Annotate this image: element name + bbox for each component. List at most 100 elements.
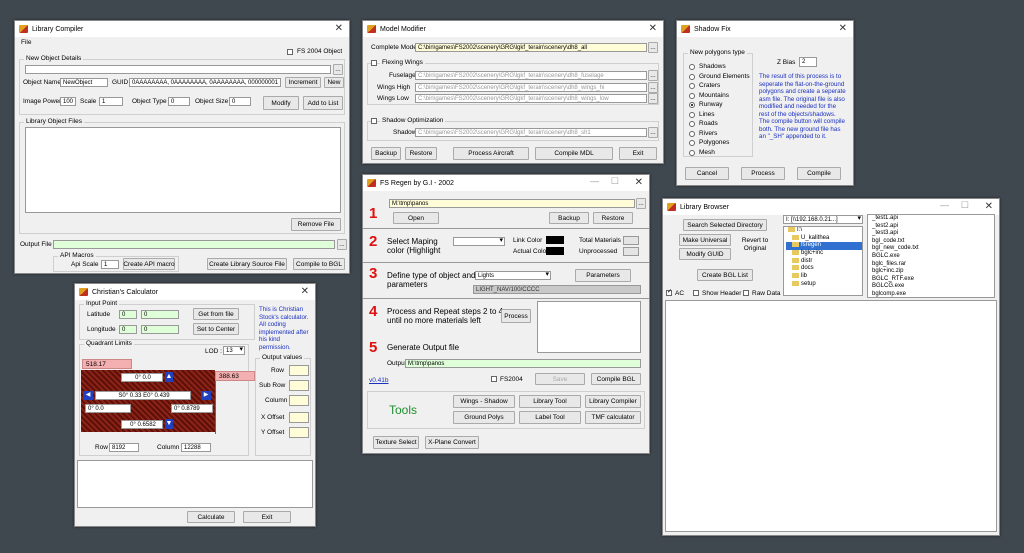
drive-select[interactable]: I: [\\192.168.0.21...] — [783, 215, 863, 224]
wings-shadow-button[interactable]: Wings - Shadow — [453, 395, 515, 408]
scale-input[interactable]: 1 — [99, 97, 123, 106]
lod-select[interactable]: 13 — [223, 346, 245, 355]
close-icon[interactable]: ✕ — [985, 201, 993, 212]
file-item[interactable]: _test1.api — [870, 215, 994, 223]
compile-to-bgl-button[interactable]: Compile to BGL — [293, 258, 345, 270]
z-bias-input[interactable]: 2 — [799, 57, 817, 67]
browse-fuselage-button[interactable]: ... — [648, 70, 658, 81]
minimize-icon[interactable]: — — [940, 200, 949, 210]
restore-button[interactable]: Restore — [593, 212, 633, 224]
polygon-type-radio[interactable] — [689, 64, 695, 70]
folder-item[interactable]: distr — [786, 257, 862, 266]
south-arrow-icon[interactable]: ▼ — [165, 419, 173, 429]
create-library-source-button[interactable]: Create Library Source File — [207, 258, 287, 270]
make-universal-button[interactable]: Make Universal — [679, 234, 731, 246]
compile-mdl-button[interactable]: Compile MDL — [535, 147, 613, 160]
flexing-wings-checkbox[interactable] — [371, 60, 377, 66]
close-icon[interactable]: ✕ — [335, 23, 343, 34]
close-icon[interactable]: ✕ — [649, 23, 657, 34]
wings-low-input[interactable]: C:\bin\games\FS2002\scenery\GRG\lgkf_ter… — [415, 94, 647, 103]
folder-item[interactable]: fsregen — [786, 242, 862, 251]
browse-complete-model-button[interactable]: ... — [648, 42, 658, 53]
polygon-type-radio[interactable] — [689, 83, 695, 89]
compile-bgl-button[interactable]: Compile BGL — [591, 373, 641, 385]
file-item[interactable]: BGLC_RTF.exe — [870, 276, 994, 284]
longitude-deg-input[interactable]: 0 — [119, 325, 137, 334]
folder-tree[interactable]: I:\ U_kalithea fsregen bglc+inc distr docs lib… — [783, 226, 863, 296]
object-name-input[interactable]: NewObject — [60, 78, 108, 87]
tmf-calculator-button[interactable]: TMF calculator — [585, 411, 641, 424]
open-button[interactable]: Open — [393, 212, 439, 224]
add-to-list-button[interactable]: Add to List — [303, 96, 343, 110]
save-button[interactable]: Save — [535, 373, 585, 385]
close-icon[interactable]: ✕ — [635, 177, 643, 188]
ac-checkbox[interactable]: ✓ — [666, 289, 672, 296]
cancel-button[interactable]: Cancel — [685, 167, 729, 180]
polygon-type-radio[interactable] — [689, 73, 695, 80]
search-selected-directory-button[interactable]: Search Selected Directory — [683, 219, 767, 231]
folder-item[interactable]: bglc+inc — [786, 250, 862, 258]
backup-button[interactable]: Backup — [549, 212, 589, 224]
shadow-optimization-checkbox[interactable] — [371, 118, 377, 124]
set-to-center-button[interactable]: Set to Center — [193, 323, 239, 335]
file-item[interactable]: BGLCG.exe — [870, 283, 994, 291]
close-icon[interactable]: ✕ — [839, 23, 847, 34]
polygon-type-radio[interactable] — [689, 92, 695, 99]
process-button[interactable]: Process — [501, 309, 531, 323]
object-size-input[interactable]: 0 — [229, 97, 251, 106]
modify-button[interactable]: Modify — [263, 96, 299, 110]
object-type-input[interactable]: 0 — [168, 97, 190, 106]
polygon-type-radio[interactable] — [689, 149, 695, 156]
menu-file[interactable]: File — [21, 39, 31, 46]
api-scale-input[interactable]: 1 — [101, 260, 119, 269]
process-aircraft-button[interactable]: Process Aircraft — [453, 147, 529, 160]
maximize-icon[interactable]: ☐ — [611, 176, 619, 187]
north-arrow-icon[interactable]: ▲ — [165, 372, 173, 382]
folder-item[interactable]: docs — [786, 265, 862, 273]
latitude-min-input[interactable]: 0 — [141, 310, 179, 319]
east-arrow-icon[interactable]: ▶ — [201, 391, 211, 400]
browse-shadow-button[interactable]: ... — [648, 127, 658, 138]
materials-list[interactable] — [537, 301, 641, 353]
maximize-icon[interactable]: ☐ — [961, 200, 969, 211]
output-input[interactable]: M:\tmp\panos — [405, 359, 641, 368]
wings-high-input[interactable]: C:\bin\games\FS2002\scenery\GRG\lgkf_ter… — [415, 83, 647, 92]
west-arrow-icon[interactable]: ◀ — [83, 391, 93, 400]
show-header-checkbox[interactable] — [693, 290, 699, 296]
browse-path-button[interactable]: ... — [636, 198, 646, 209]
shadow-input[interactable]: C:\bin\games\FS2002\scenery\GRG\lgkf_ter… — [415, 128, 647, 137]
browse-output-button[interactable]: ... — [337, 239, 347, 250]
ground-polys-button[interactable]: Ground Polys — [453, 411, 515, 424]
compile-button[interactable]: Compile — [797, 167, 841, 180]
revert-to-original-button[interactable]: Revert to Original — [735, 237, 775, 253]
file-item[interactable]: bgl_new_code.txt — [870, 245, 994, 253]
xplane-convert-button[interactable]: X-Plane Convert — [425, 436, 479, 449]
raw-data-checkbox[interactable] — [743, 290, 749, 296]
content-text-area[interactable] — [665, 300, 997, 532]
remove-file-button[interactable]: Remove File — [291, 218, 341, 231]
browse-wings-high-button[interactable]: ... — [648, 82, 658, 93]
increment-button[interactable]: Increment — [285, 77, 321, 88]
parameters-button[interactable]: Parameters — [575, 269, 631, 282]
polygon-type-radio[interactable] — [689, 102, 695, 108]
file-item[interactable]: bglcomp.exe — [870, 291, 994, 297]
longitude-min-input[interactable]: 0 — [141, 325, 179, 334]
close-icon[interactable]: ✕ — [301, 286, 309, 297]
guid-input[interactable]: 0AAAAAAAA, 0AAAAAAAA, 0AAAAAAAA, 0000000… — [129, 78, 281, 87]
polygon-type-radio[interactable] — [689, 140, 695, 146]
modify-guid-button[interactable]: Modify GUID — [679, 248, 731, 260]
file-item[interactable]: bgl_code.txt — [870, 238, 994, 246]
file-item[interactable]: bglc+inc.zip — [870, 268, 994, 276]
calculate-button[interactable]: Calculate — [187, 511, 235, 523]
object-path-input[interactable] — [25, 65, 331, 74]
file-item[interactable]: BGLC.exe — [870, 253, 994, 261]
fs2004-checkbox[interactable] — [491, 376, 497, 382]
image-power-input[interactable]: 100 — [60, 97, 76, 106]
polygon-type-radio[interactable] — [689, 130, 695, 137]
fs2004-checkbox[interactable] — [287, 49, 293, 55]
minimize-icon[interactable]: — — [590, 176, 599, 186]
restore-button[interactable]: Restore — [405, 147, 437, 160]
actual-color-swatch[interactable] — [546, 247, 564, 255]
latitude-deg-input[interactable]: 0 — [119, 310, 137, 319]
polygon-type-radio[interactable] — [689, 121, 695, 127]
